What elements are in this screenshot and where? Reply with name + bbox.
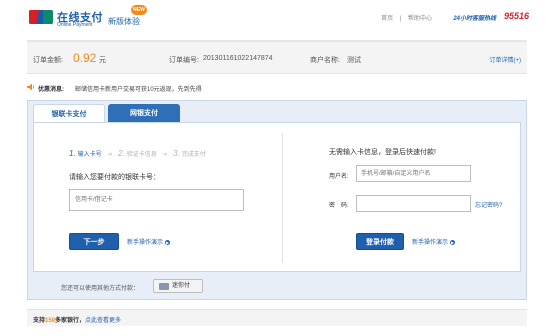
hotline-label: 24小时客服热线	[453, 16, 496, 22]
tab-unionpay-card[interactable]: 银联卡支付	[33, 104, 105, 123]
order-number: 20130116102214787​4	[203, 55, 273, 62]
password-input[interactable]	[356, 195, 471, 212]
mini-pay-button[interactable]: 迷你付	[153, 279, 203, 293]
new-edition-link[interactable]: 新版体验	[108, 16, 140, 27]
amount-label: 订单金额:	[33, 57, 63, 64]
step-indicator: 1. 输入卡号 ➔ 2. 验证卡信息 ➔ 3. 完成支付	[69, 149, 206, 158]
currency-unit: 元	[99, 57, 106, 64]
top-links: 首页 | 帮助中心	[381, 16, 432, 22]
payment-tabs: 银联卡支付 网银支付	[28, 101, 526, 123]
hotline-number: 95516	[503, 11, 529, 21]
view-more-link[interactable]: 点此查看更多	[85, 318, 121, 324]
card-number-prompt: 请输入您要付款的银联卡号：	[69, 174, 160, 181]
supported-banks-text: 支持150多家银行，点此查看更多	[33, 318, 122, 324]
header: 在线支付 Online Payment 新版体验 NEW 首页 | 帮助中心 2…	[0, 0, 554, 32]
login-title: 无需输入卡信息，登录后快速付款!	[329, 149, 436, 156]
step-2: 2. 验证卡信息	[118, 149, 157, 158]
tab-online-banking[interactable]: 网银支付	[108, 104, 180, 123]
promo-text: 邮储信用卡新用户交易可获10元返现，先到先得	[75, 87, 202, 93]
username-label: 用户名:	[329, 174, 349, 180]
beginner-guide-link[interactable]: 新手操作演示 ▶	[412, 237, 456, 246]
bank-count: 150	[45, 318, 56, 324]
home-link[interactable]: 首页	[381, 16, 393, 22]
unionpay-logo-icon	[29, 10, 53, 24]
card-number-input[interactable]	[69, 189, 244, 211]
login-pay-button[interactable]: 登录付款	[356, 233, 404, 250]
footer-bar: 支持150多家银行，点此查看更多	[27, 309, 527, 326]
order-details-link[interactable]: 订单详情(+)	[489, 55, 521, 64]
merchant-name: 测试	[347, 57, 361, 64]
step-arrow-icon: ➔	[107, 152, 113, 158]
order-no-label: 订单编号:	[169, 57, 199, 64]
other-payment-text: 您还可以使用其他方式付款：	[61, 286, 140, 292]
order-info-bar: 订单金额: 0.92 元 订单编号: 20130116102214787​4 商…	[27, 40, 527, 74]
promo-title: 优惠消息:	[38, 87, 64, 93]
play-icon: ▶	[165, 239, 171, 245]
username-input[interactable]	[356, 165, 471, 182]
next-step-button[interactable]: 下一步	[69, 233, 119, 250]
speaker-icon	[27, 83, 35, 91]
step-1: 1. 输入卡号	[69, 149, 102, 158]
logo-subtitle: Online Payment	[57, 22, 93, 28]
merchant-label: 商户名称:	[310, 57, 340, 64]
column-divider	[282, 133, 283, 263]
forgot-password-link[interactable]: 忘记密码?	[475, 200, 502, 209]
order-amount: 0.92	[73, 51, 97, 65]
help-center-link[interactable]: 帮助中心	[408, 16, 432, 22]
payment-panel: 银联卡支付 网银支付 1. 输入卡号 ➔ 2. 验证卡信息 ➔ 3. 完成支付 请输入…	[27, 100, 527, 300]
play-icon: ▶	[450, 239, 456, 245]
card-icon	[159, 283, 169, 290]
other-payment-bar: 您还可以使用其他方式付款： 迷你付	[33, 275, 521, 297]
step-arrow-icon: ➔	[162, 152, 168, 158]
password-label: 密 码:	[329, 203, 349, 209]
new-badge: NEW	[131, 5, 147, 15]
beginner-guide-link[interactable]: 新手操作演示 ▶	[127, 237, 171, 246]
payment-content: 1. 输入卡号 ➔ 2. 验证卡信息 ➔ 3. 完成支付 请输入您要付款的银联卡号： …	[33, 122, 521, 272]
step-3: 3. 完成支付	[173, 149, 206, 158]
